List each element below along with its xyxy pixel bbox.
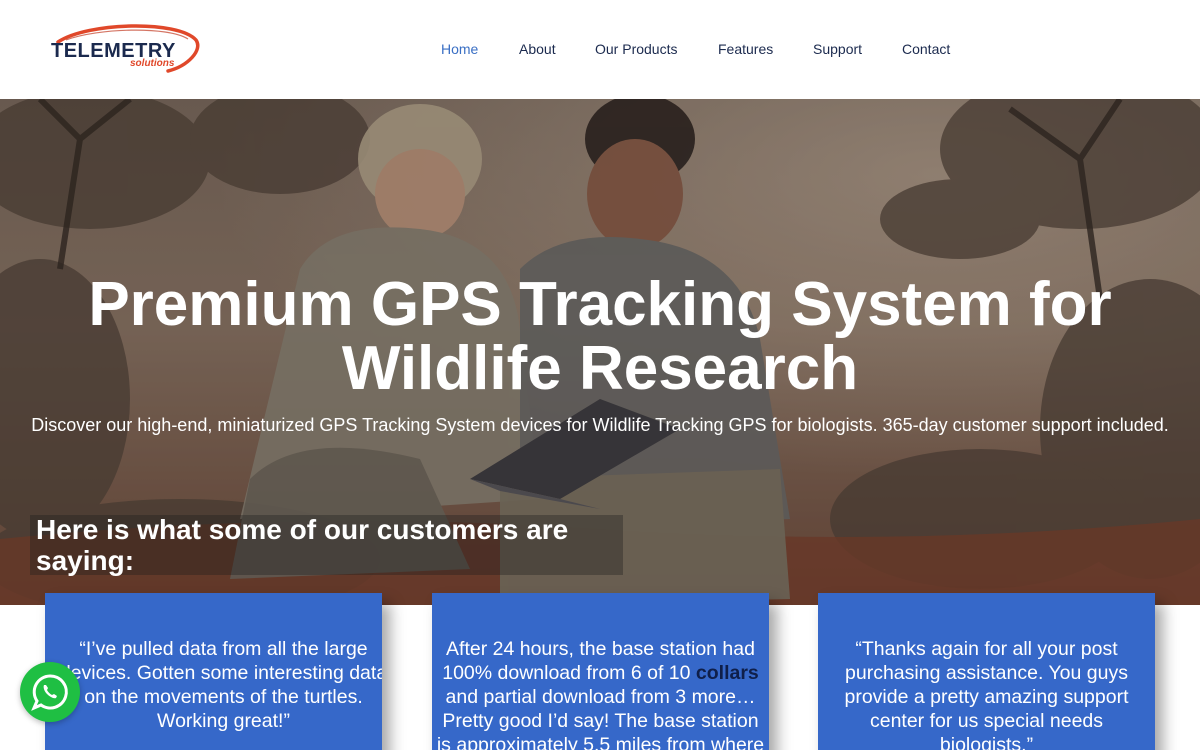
whatsapp-icon	[31, 674, 68, 711]
testimonials-heading: Here is what some of our customers are s…	[36, 514, 569, 576]
nav-support[interactable]: Support	[813, 41, 862, 57]
testimonial-line: “Thanks again for all your post	[855, 638, 1118, 660]
testimonial-card-1-text: “I’ve pulled data from all the large dev…	[55, 637, 382, 733]
site-header: TELEMETRY solutions Home About Our Produ…	[0, 0, 1200, 99]
whatsapp-chat-button[interactable]	[20, 662, 80, 722]
nav-home[interactable]: Home	[441, 41, 478, 57]
testimonial-card-2-text: After 24 hours, the base station had 100…	[432, 637, 769, 750]
testimonial-line: and partial download from 3 more…	[445, 686, 756, 708]
testimonial-card-1: “I’ve pulled data from all the large dev…	[45, 593, 382, 750]
hero-subtitle: Discover our high-end, miniaturized GPS …	[31, 415, 1169, 435]
testimonial-line: devices. Gotten some interesting data	[59, 662, 382, 684]
hero-section: Premium GPS Tracking System for Wildlife…	[0, 99, 1200, 605]
testimonial-line-text: 100% download from 6 of 10	[442, 662, 696, 684]
main-nav: Home About Our Products Features Support…	[0, 41, 1200, 61]
hero-title-line1: Premium GPS Tracking System for	[88, 270, 1112, 339]
testimonial-line: on the movements of the turtles.	[84, 686, 363, 708]
testimonial-line: Pretty good I’d say! The base station	[442, 710, 759, 732]
testimonial-line: Working great!”	[157, 710, 290, 732]
testimonial-line: provide a pretty amazing support	[844, 686, 1129, 708]
testimonial-line: After 24 hours, the base station had	[446, 638, 755, 660]
nav-our-products[interactable]: Our Products	[595, 41, 677, 57]
nav-contact[interactable]: Contact	[902, 41, 950, 57]
testimonial-card-3-text: “Thanks again for all your post purchasi…	[818, 637, 1155, 750]
testimonial-line: purchasing assistance. You guys	[845, 662, 1128, 684]
testimonial-card-2: After 24 hours, the base station had 100…	[432, 593, 769, 750]
testimonial-line: is approximately 5.5 miles from where	[436, 734, 765, 750]
testimonial-card-3: “Thanks again for all your post purchasi…	[818, 593, 1155, 750]
testimonial-line: “I’ve pulled data from all the large	[79, 638, 368, 660]
collars-link[interactable]: collars	[696, 662, 759, 684]
hero-title-line2: Wildlife Research	[341, 334, 859, 403]
testimonial-line: 100% download from 6 of 10 collars	[432, 661, 769, 685]
testimonial-line: biologists.”	[939, 734, 1034, 750]
hero-title: Premium GPS Tracking System for Wildlife…	[0, 273, 1200, 401]
nav-features[interactable]: Features	[718, 41, 773, 57]
nav-about[interactable]: About	[519, 41, 556, 57]
testimonial-line: center for us special needs	[869, 710, 1104, 732]
